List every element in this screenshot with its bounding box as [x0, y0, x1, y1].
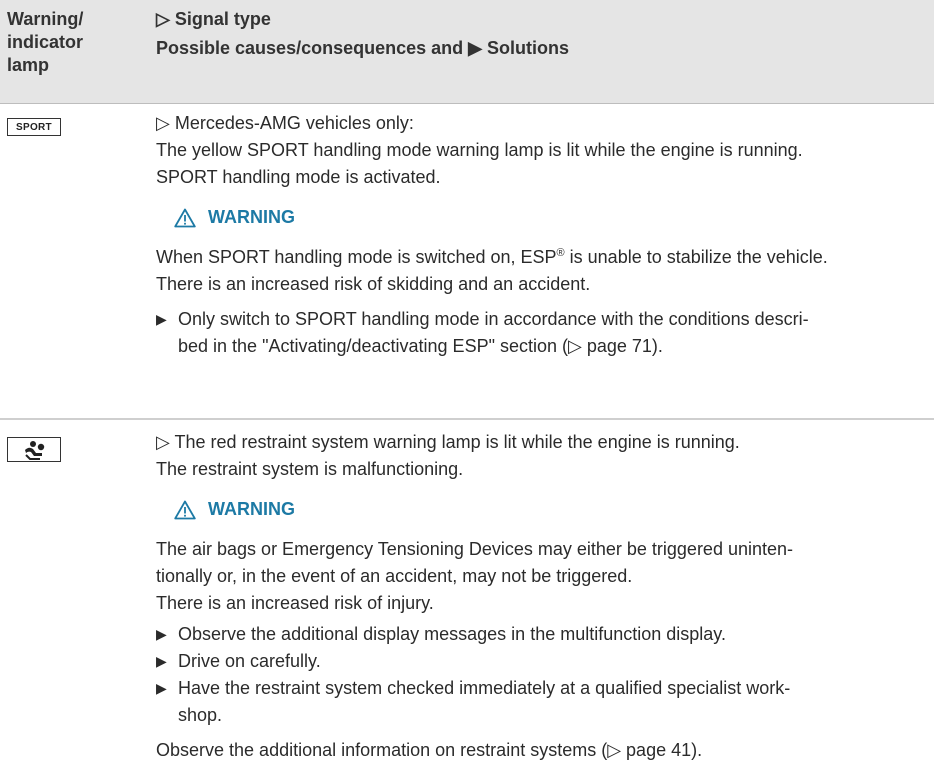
sport-warning-text-line1: When SPORT handling mode is switched on,… [156, 247, 828, 267]
sport-cause-line1: The yellow SPORT handling mode warning l… [156, 140, 803, 160]
header-lamp-line2: indicator [7, 32, 84, 52]
restraint-solution-3-line2: shop. [178, 705, 223, 725]
solution-arrow-icon: ▶ [156, 653, 167, 669]
row-divider [0, 418, 934, 420]
header-signal-type: ▷ Signal type [156, 9, 271, 29]
restraint-cause: The restraint system is malfunctioning. [156, 459, 464, 479]
sport-lamp-label: SPORT [16, 121, 52, 133]
header-causes-solutions: Possible causes/consequences and ▶ Solut… [156, 38, 569, 58]
restraint-warning-heading: WARNING [174, 496, 926, 523]
restraint-warning-line1: The air bags or Emergency Tensioning Dev… [156, 539, 794, 559]
sport-lamp-symbol: SPORT [7, 118, 61, 136]
warning-triangle-icon [174, 208, 196, 227]
sport-row-content: ▷ Mercedes-AMG vehicles only: The yellow… [156, 110, 926, 360]
restraint-solution-bullet-1: ▶ Observe the additional display message… [156, 621, 926, 648]
sport-warning-label: WARNING [208, 207, 295, 227]
restraint-row-content: ▷ The red restraint system warning lamp … [156, 429, 926, 764]
sport-solution-bullet: ▶ Only switch to SPORT handling mode in … [156, 306, 926, 360]
sport-solution-line1: Only switch to SPORT handling mode in ac… [178, 309, 809, 329]
restraint-solution-1: Observe the additional display messages … [178, 624, 726, 644]
restraint-footer-note: Observe the additional information on re… [156, 740, 703, 760]
restraint-system-icon [25, 440, 45, 460]
restraint-solution-bullet-2: ▶ Drive on carefully. [156, 648, 926, 675]
solution-arrow-icon: ▶ [156, 626, 167, 642]
header-lamp-line3: lamp [7, 55, 50, 75]
header-column-lamp: Warning/ indicator lamp [7, 8, 157, 77]
restraint-solution-3-line1: Have the restraint system checked immedi… [178, 678, 791, 698]
sport-condition: ▷ Mercedes-AMG vehicles only: [156, 113, 414, 133]
sport-cause-line2: SPORT handling mode is activated. [156, 167, 441, 187]
solution-arrow-icon: ▶ [156, 311, 167, 327]
header-lamp-line1: Warning/ [7, 9, 84, 29]
warning-triangle-icon [174, 500, 196, 519]
restraint-warning-line3: There is an increased risk of injury. [156, 593, 434, 613]
restraint-solution-bullet-3: ▶ Have the restraint system checked imme… [156, 675, 926, 729]
restraint-condition: ▷ The red restraint system warning lamp … [156, 432, 740, 452]
solution-arrow-icon: ▶ [156, 680, 167, 696]
sport-warning-heading: WARNING [174, 204, 926, 231]
restraint-solution-2: Drive on carefully. [178, 651, 321, 671]
restraint-warning-line2: tionally or, in the event of an accident… [156, 566, 633, 586]
restraint-lamp-symbol [7, 437, 61, 462]
table-header: Warning/ indicator lamp ▷ Signal type Po… [0, 0, 934, 104]
sport-warning-text-line2: There is an increased risk of skidding a… [156, 274, 591, 294]
restraint-warning-label: WARNING [208, 499, 295, 519]
sport-solution-line2: bed in the "Activating/deactivating ESP"… [178, 336, 663, 356]
header-column-description: ▷ Signal type Possible causes/consequenc… [156, 8, 926, 60]
